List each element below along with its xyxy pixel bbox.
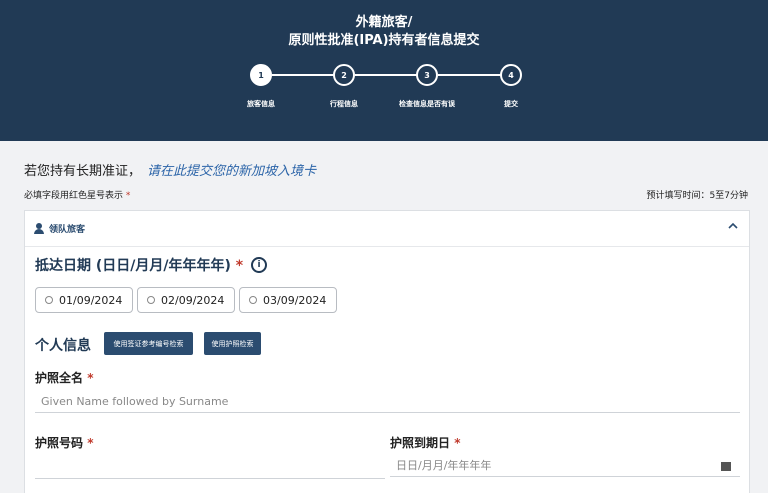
long-pass-prefix: 若您持有长期准证， <box>24 164 142 179</box>
personal-info-heading: 个人信息 <box>35 338 91 354</box>
arrival-date-option-2[interactable]: 02/09/2024 <box>137 287 235 313</box>
page-title-line1: 外籍旅客/ <box>355 15 413 30</box>
radio-icon <box>249 296 257 304</box>
chevron-up-icon[interactable] <box>727 220 739 235</box>
lead-traveller-header[interactable]: 领队旅客 <box>25 211 749 247</box>
section-title: 领队旅客 <box>49 225 86 235</box>
passport-expiry-label-text: 护照到期日 <box>390 436 451 450</box>
person-icon <box>34 223 44 234</box>
passport-expiry-input[interactable]: 日日/月月/年年年年 <box>390 455 740 477</box>
info-icon[interactable]: i <box>251 257 267 273</box>
passport-name-label-text: 护照全名 <box>35 371 84 385</box>
required-star: * <box>454 436 461 450</box>
passport-expiry-label: 护照到期日 * <box>390 434 460 451</box>
step-3-indicator[interactable]: 3 <box>416 64 438 86</box>
passport-name-input[interactable]: Given Name followed by Surname <box>35 391 740 413</box>
stepper-connector <box>438 74 501 76</box>
required-fields-note: 必填字段用红色星号表示 * <box>24 188 130 201</box>
step-1-indicator[interactable]: 1 <box>250 64 272 86</box>
required-star: * <box>87 371 94 385</box>
step-4-indicator[interactable]: 4 <box>500 64 522 86</box>
required-star: * <box>87 436 94 450</box>
required-star: * <box>235 258 244 274</box>
arrival-date-option-text: 03/09/2024 <box>263 294 327 307</box>
arrival-date-option-text: 01/09/2024 <box>59 294 123 307</box>
time-estimate: 预计填写时间：5至7分钟 <box>646 191 748 201</box>
arrival-date-option-1[interactable]: 01/09/2024 <box>35 287 133 313</box>
arrival-date-option-3[interactable]: 03/09/2024 <box>239 287 337 313</box>
long-pass-link[interactable]: 请在此提交您的新加坡入境卡 <box>147 164 316 179</box>
radio-icon <box>45 296 53 304</box>
passport-name-label: 护照全名 * <box>35 369 93 386</box>
passport-number-label: 护照号码 * <box>35 434 93 451</box>
visa-ref-search-button[interactable]: 使用签证参考编号检索 <box>104 332 193 355</box>
required-star: * <box>125 191 131 201</box>
stepper-connector <box>355 74 418 76</box>
required-note-text: 必填字段用红色星号表示 <box>24 191 124 201</box>
long-pass-notice: 若您持有长期准证， 请在此提交您的新加坡入境卡 <box>24 160 316 179</box>
step-2-indicator[interactable]: 2 <box>333 64 355 86</box>
lead-traveller-card: 领队旅客 抵达日期 (日日/月月/年年年年) * i 01/09/2024 02… <box>24 210 750 493</box>
stepper-connector <box>272 74 338 76</box>
step-4-label: 提交 <box>504 100 518 108</box>
page-header: 外籍旅客/ 原则性批准(IPA)持有者信息提交 1 2 3 4 旅客信息 行程信… <box>0 0 768 141</box>
arrival-date-label-text: 抵达日期 (日日/月月/年年年年) <box>35 258 231 274</box>
calendar-icon[interactable] <box>721 461 731 471</box>
page-title-line2: 原则性批准(IPA)持有者信息提交 <box>288 33 480 48</box>
passport-search-button[interactable]: 使用护照检索 <box>204 332 261 355</box>
passport-number-label-text: 护照号码 <box>35 436 84 450</box>
arrival-date-label: 抵达日期 (日日/月月/年年年年) * <box>35 255 243 275</box>
arrival-date-option-text: 02/09/2024 <box>161 294 225 307</box>
passport-number-input[interactable] <box>35 457 385 479</box>
radio-icon <box>147 296 155 304</box>
